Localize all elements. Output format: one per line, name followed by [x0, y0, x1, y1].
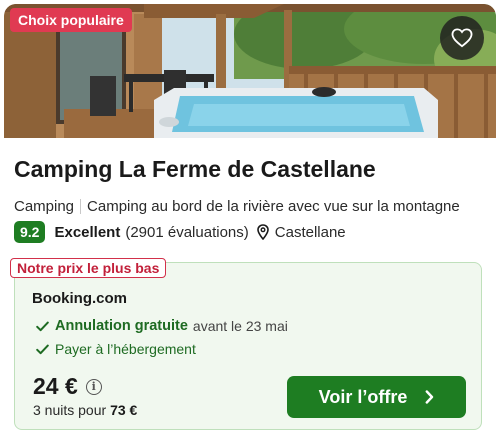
- location-name[interactable]: Castellane: [275, 224, 346, 241]
- view-offer-label: Voir l’offre: [318, 386, 408, 407]
- accommodation-type: Camping: [14, 198, 75, 215]
- nightly-price: 24 € i: [33, 373, 102, 400]
- review-count[interactable]: (2901 évaluations): [125, 224, 248, 241]
- nights-prefix: 3 nuits pour: [33, 402, 111, 418]
- total-amount: 73 €: [110, 402, 138, 418]
- provider-name: Booking.com: [32, 290, 128, 307]
- rating-row: 9.2 Excellent (2901 évaluations) Castell…: [14, 221, 346, 243]
- pay-at-property-label: Payer à l’hébergement: [55, 341, 196, 357]
- listing-title[interactable]: Camping La Ferme de Castellane: [14, 156, 376, 183]
- divider: [80, 199, 82, 214]
- rating-label: Excellent: [54, 223, 121, 241]
- lowest-price-tag: Notre prix le plus bas: [10, 258, 167, 278]
- cancellation-deadline: avant le 23 mai: [192, 318, 288, 334]
- check-icon: [36, 344, 49, 355]
- free-cancellation-label: Annulation gratuite: [55, 318, 188, 334]
- popular-choice-badge: Choix populaire: [10, 8, 132, 32]
- chevron-right-icon: [425, 390, 434, 404]
- rating-score-badge: 9.2: [14, 221, 46, 243]
- listing-description: Camping au bord de la rivière avec vue s…: [87, 198, 460, 215]
- price-value: 24 €: [33, 373, 78, 399]
- check-icon: [36, 321, 49, 332]
- favorite-button[interactable]: [440, 16, 484, 60]
- info-icon[interactable]: i: [85, 378, 102, 395]
- heart-icon: [451, 28, 473, 48]
- view-offer-button[interactable]: Voir l’offre: [287, 376, 466, 418]
- map-pin-icon: [256, 224, 269, 240]
- total-price: 3 nuits pour 73 €: [33, 402, 137, 418]
- payment-policy: Payer à l’hébergement: [36, 341, 196, 357]
- cancellation-policy: Annulation gratuite avant le 23 mai: [36, 318, 288, 334]
- listing-subtitle: Camping Camping au bord de la rivière av…: [14, 198, 460, 215]
